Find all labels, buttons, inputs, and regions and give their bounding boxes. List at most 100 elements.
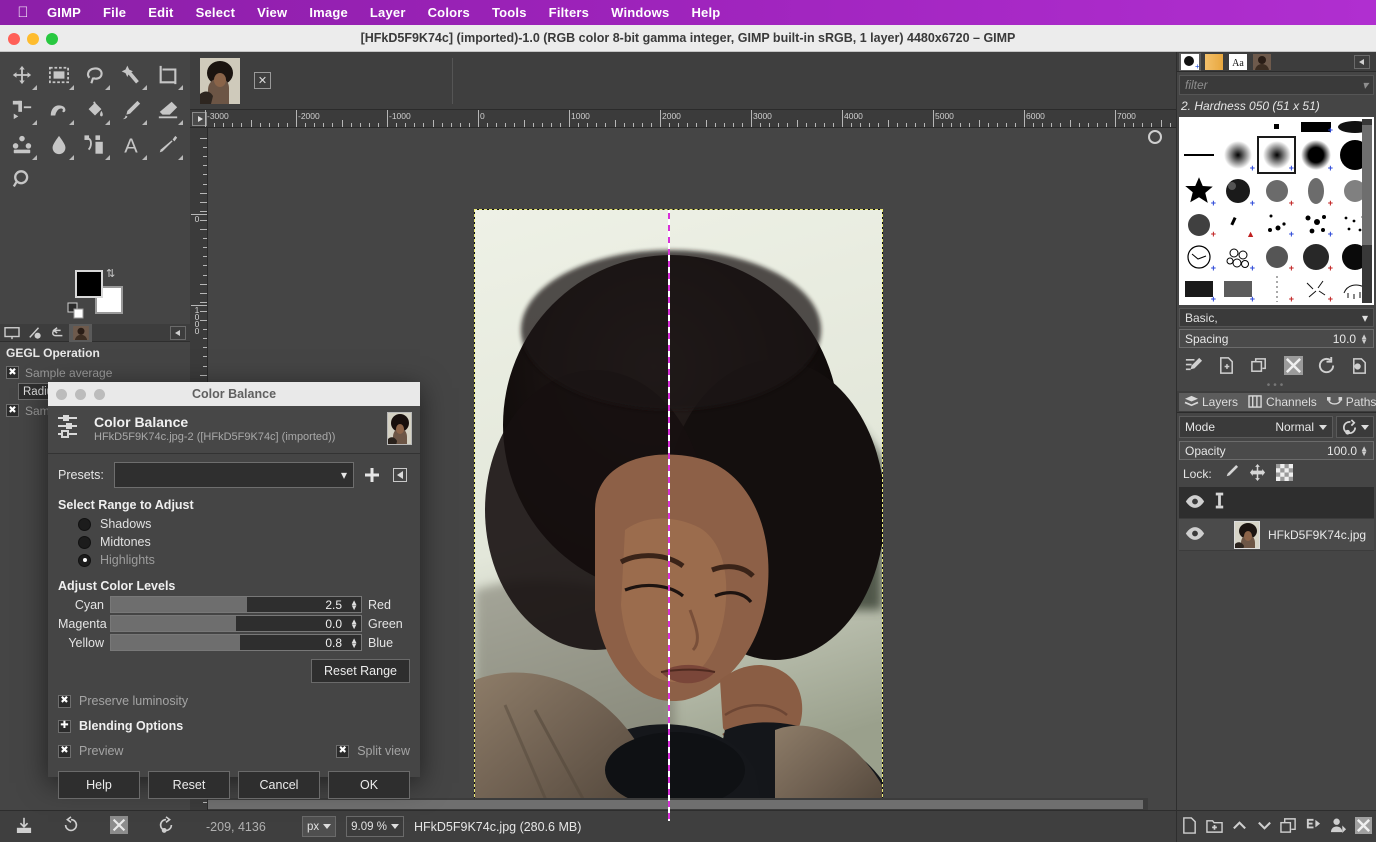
merge-down-button[interactable] [1330,817,1347,837]
warp-transform-tool[interactable] [40,92,76,127]
lock-pixels-icon[interactable] [1222,464,1239,484]
maximize-window-button[interactable] [46,33,58,45]
brush-grid-scrollbar[interactable] [1362,119,1372,303]
range-option-highlights[interactable]: Highlights [58,551,410,569]
add-preset-button[interactable] [362,464,382,486]
menu-item-gimp[interactable]: GIMP [36,5,92,20]
lower-layer-button[interactable] [1256,817,1273,837]
range-option-shadows[interactable]: Shadows [58,515,410,533]
menu-item-image[interactable]: Image [298,5,359,20]
brushes-tab[interactable]: + [1179,53,1201,71]
move-tool[interactable] [4,57,40,92]
fuzzy-select-tool[interactable] [113,57,149,92]
brush-item[interactable]: + [1179,240,1218,273]
layer-row-floating[interactable] [1179,487,1374,519]
opacity-stepper[interactable]: ▲▼ [1360,446,1368,456]
dock-drag-handle[interactable]: ••• [1177,382,1376,391]
menu-item-view[interactable]: View [246,5,298,20]
ok-button[interactable]: OK [328,771,410,799]
yellow-blue-slider[interactable]: 0.8 ▲▼ [110,634,362,651]
zoom-tool[interactable] [4,162,41,197]
raise-layer-button[interactable] [1231,817,1248,837]
eraser-tool[interactable] [150,92,186,127]
menu-item-tools[interactable]: Tools [481,5,538,20]
blending-options-expander[interactable]: ✚ [58,720,71,733]
pointer-info-tab[interactable] [23,324,46,342]
apple-logo-icon[interactable]:  [10,5,36,20]
reset-button[interactable]: Reset [148,771,230,799]
color-balance-dialog[interactable]: Color Balance Color Balance HFkD5F9K74c.… [48,382,420,777]
brush-item[interactable]: + [1257,274,1296,305]
dialog-maximize-button[interactable] [94,389,105,400]
image-canvas-layer[interactable] [474,209,883,822]
anchor-layer-button[interactable] [1305,817,1322,837]
duplicate-brush-button[interactable] [1250,356,1269,378]
minimize-window-button[interactable] [27,33,39,45]
brush-item[interactable]: + [1296,174,1335,209]
close-window-button[interactable] [8,33,20,45]
rectangle-select-tool[interactable] [40,57,76,92]
sample-average-checkbox[interactable]: ✖ [6,366,19,379]
paintbrush-tool[interactable] [113,92,149,127]
navigation-preview-button[interactable] [1148,130,1162,144]
reset-colors-icon[interactable] [67,302,87,325]
brush-item[interactable]: + [1218,174,1257,209]
help-button[interactable]: Help [58,771,140,799]
duplicate-layer-button[interactable] [1280,817,1297,837]
brush-item[interactable]: + [1296,274,1335,305]
undo-history-tab[interactable] [46,324,69,342]
clone-stamp-tool[interactable] [4,127,40,162]
blending-options-row[interactable]: ✚ Blending Options [58,719,410,733]
unit-selector[interactable]: px [302,816,336,837]
swap-colors-icon[interactable]: ⇅ [106,267,115,280]
refresh-brushes-button[interactable] [1317,356,1336,378]
midtones-radio[interactable] [78,536,91,549]
delete-brush-button[interactable] [1284,356,1303,378]
brush-item[interactable]: + [1296,117,1335,136]
preview-checkbox[interactable]: ✖ [58,745,71,758]
tool-options-tab[interactable] [0,324,23,342]
tab-paths[interactable]: Paths [1322,393,1376,411]
menu-item-colors[interactable]: Colors [417,5,481,20]
images-tab[interactable] [69,324,92,342]
preserve-luminosity-checkbox[interactable]: ✖ [58,695,71,708]
lock-position-icon[interactable] [1249,464,1266,484]
new-layer-group-button[interactable] [1206,817,1223,837]
menu-item-filters[interactable]: Filters [538,5,600,20]
tool-options-menu-button[interactable] [170,326,186,340]
unified-transform-tool[interactable] [4,92,40,127]
chevron-down-icon[interactable]: ▾ [1362,78,1368,92]
images-tab[interactable] [1251,53,1273,71]
layer-visibility-icon[interactable] [1185,527,1205,543]
new-brush-button[interactable] [1217,356,1236,378]
close-image-button[interactable]: ✕ [254,72,271,89]
brush-grid[interactable]: + + + + + + + + + + + + ▲ + + + + + [1179,117,1374,305]
brush-item[interactable]: + [1218,240,1257,273]
range-option-midtones[interactable]: Midtones [58,533,410,551]
reset-range-button[interactable]: Reset Range [311,659,410,683]
brush-item[interactable]: + [1296,240,1335,273]
tab-channels[interactable]: Channels [1243,393,1322,411]
cancel-button[interactable]: Cancel [238,771,320,799]
preset-menu-button[interactable] [390,464,410,486]
fonts-tab[interactable]: Aa [1227,53,1249,71]
spacing-slider[interactable]: Spacing 10.0 ▲▼ [1179,329,1374,348]
free-select-tool[interactable] [77,57,113,92]
text-tool[interactable]: A [113,127,149,162]
brush-item[interactable]: ▲ [1218,209,1257,240]
menu-item-windows[interactable]: Windows [600,5,680,20]
brush-filter-input[interactable]: filter ▾ [1179,75,1374,95]
gradients-tab[interactable] [1203,53,1225,71]
layer-mode-selector[interactable]: Mode Normal [1179,416,1333,438]
split-view-divider[interactable] [668,209,670,822]
menu-item-layer[interactable]: Layer [359,5,417,20]
brush-set-selector[interactable]: Basic, ▾ [1179,308,1374,327]
menu-item-edit[interactable]: Edit [137,5,184,20]
brush-item[interactable]: + [1179,274,1218,305]
spacing-stepper[interactable]: ▲▼ [1360,334,1368,344]
sample-merged-checkbox[interactable]: ✖ [6,404,19,417]
highlights-radio[interactable] [78,554,91,567]
edit-brush-button[interactable] [1184,356,1203,378]
brush-item[interactable]: + [1257,240,1296,273]
lock-alpha-icon[interactable] [1276,464,1293,484]
